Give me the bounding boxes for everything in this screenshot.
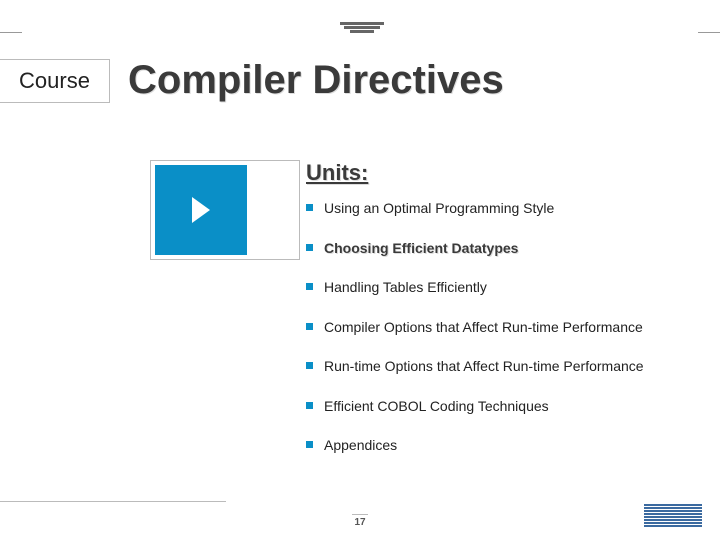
list-item: Using an Optimal Programming Style [306, 200, 700, 218]
unit-label: Run-time Options that Affect Run-time Pe… [324, 358, 644, 374]
hero-panel [150, 160, 300, 260]
course-row: Course Compiler Directives [0, 58, 720, 103]
unit-label: Appendices [324, 437, 397, 453]
play-icon [155, 165, 247, 255]
ruler-decoration [340, 22, 384, 32]
unit-label: Choosing Efficient Datatypes [324, 240, 518, 256]
unit-label: Using an Optimal Programming Style [324, 200, 554, 216]
list-item: Run-time Options that Affect Run-time Pe… [306, 358, 700, 376]
footer-divider [0, 501, 226, 502]
course-label: Course [0, 59, 110, 103]
ibm-logo [644, 504, 702, 528]
list-item: Appendices [306, 437, 700, 455]
list-item: Choosing Efficient Datatypes [306, 240, 700, 258]
list-item: Compiler Options that Affect Run-time Pe… [306, 319, 700, 337]
unit-label: Handling Tables Efficiently [324, 279, 487, 295]
units-heading: Units: [306, 160, 368, 186]
list-item: Efficient COBOL Coding Techniques [306, 398, 700, 416]
unit-label: Compiler Options that Affect Run-time Pe… [324, 319, 643, 335]
page-number: 17 [352, 514, 368, 528]
unit-label: Efficient COBOL Coding Techniques [324, 398, 549, 414]
list-item: Handling Tables Efficiently [306, 279, 700, 297]
course-title: Compiler Directives [128, 58, 504, 103]
units-list: Using an Optimal Programming Style Choos… [306, 200, 700, 477]
